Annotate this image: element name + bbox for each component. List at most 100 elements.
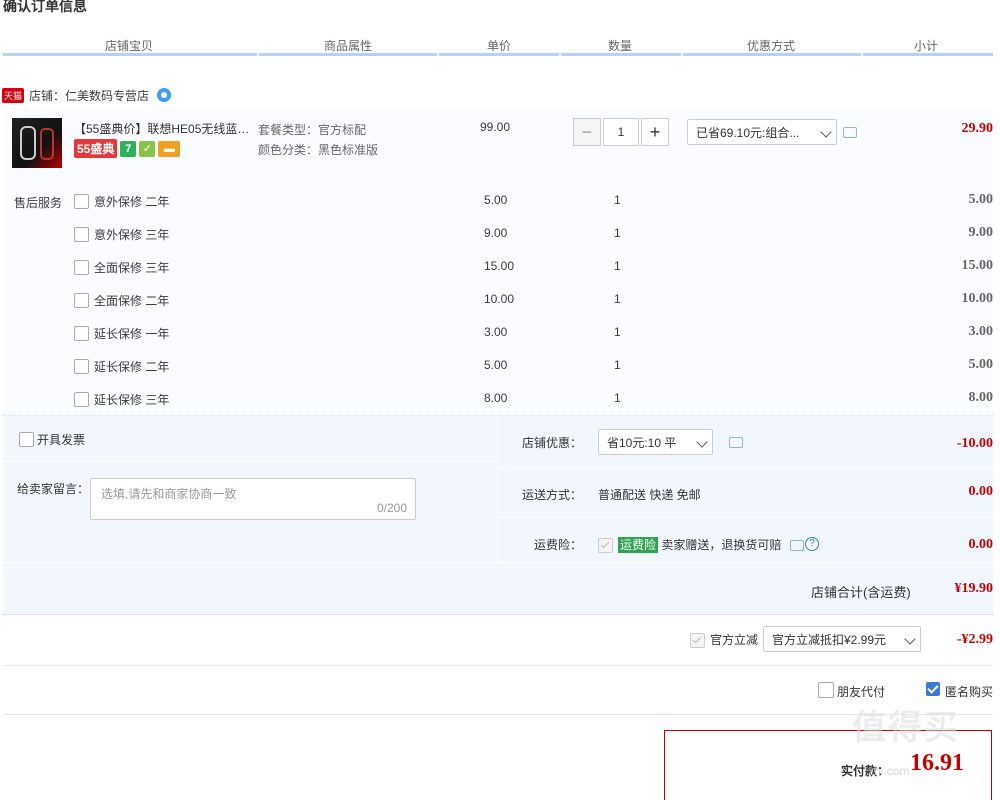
insurance-checkbox (598, 538, 613, 553)
shipping-label: 运送方式： (522, 488, 583, 502)
chat-icon[interactable] (790, 540, 804, 551)
service-name: 意外保修 二年 (94, 195, 170, 209)
service-qty: 1 (614, 358, 621, 372)
official-discount-checkbox (690, 633, 705, 648)
service-price: 15.00 (484, 259, 515, 273)
shop-total-amount: ¥19.90 (954, 581, 994, 596)
attr-color: 颜色分类：黑色标准版 (258, 143, 379, 157)
official-discount-amount: -¥2.99 (956, 632, 993, 647)
invoice-checkbox[interactable] (19, 432, 34, 447)
quantity-stepper: − 1 + (573, 118, 669, 146)
divider (3, 562, 993, 563)
col-discount: 优惠方式 (747, 39, 796, 53)
shop-discount-amount: -10.00 (956, 436, 993, 451)
watermark-site: zhi.com (868, 764, 910, 778)
service-price: 8.00 (484, 391, 508, 405)
divider (498, 517, 993, 518)
qty-plus-button[interactable]: + (641, 118, 669, 146)
shop-name-link[interactable]: 仁美数码专营店 (65, 87, 149, 104)
service-price: 3.00 (484, 325, 508, 339)
shop-discount-select[interactable]: 省10元:10 平 (598, 429, 713, 455)
tmall-badge: 天猫 (2, 87, 25, 103)
service-checkbox[interactable] (74, 359, 89, 374)
product-title-link[interactable]: 【55盛典价】联想HE05无线蓝牙耳机 (74, 120, 256, 137)
message-textarea[interactable]: 选填,请先和商家协商一致 0/200 (90, 478, 416, 520)
wangwang-chat-icon[interactable] (157, 88, 172, 102)
service-checkbox[interactable] (74, 260, 89, 275)
divider (497, 416, 498, 562)
message-label: 给卖家留言： (17, 482, 90, 496)
promo-55-badge: 55盛典 (74, 139, 118, 158)
service-subtotal: 5.00 (968, 357, 994, 372)
shop-label: 店铺： (29, 88, 66, 103)
service-subtotal: 5.00 (968, 192, 994, 207)
divider (3, 461, 497, 462)
service-price: 10.00 (484, 292, 515, 306)
service-name: 延长保修 三年 (94, 393, 170, 407)
service-checkbox[interactable] (74, 293, 89, 308)
qty-input[interactable]: 1 (603, 118, 639, 146)
shop-row: 天猫 店铺： 仁美数码专营店 (2, 86, 172, 104)
service-name: 全面保修 二年 (94, 294, 170, 308)
col-subtotal: 小计 (914, 39, 939, 53)
divider (3, 714, 993, 715)
col-attrs: 商品属性 (324, 39, 373, 53)
service-checkbox[interactable] (74, 392, 89, 407)
item-discount-value: 已省69.10元:组合... (696, 126, 800, 140)
invoice-label: 开具发票 (37, 433, 86, 447)
service-qty: 1 (614, 292, 621, 306)
credit-card-icon: ▬ (158, 140, 181, 157)
service-checkbox[interactable] (74, 194, 89, 209)
official-discount-value: 官方立减抵扣¥2.99元 (772, 633, 887, 647)
service-price: 5.00 (484, 193, 508, 207)
service-name: 延长保修 一年 (94, 327, 170, 341)
seven-day-return-icon: 7 (120, 140, 137, 157)
official-discount-select[interactable]: 官方立减抵扣¥2.99元 (763, 626, 921, 652)
col-qty: 数量 (608, 39, 633, 53)
service-subtotal: 3.00 (968, 324, 994, 339)
column-header: 店铺宝贝 商品属性 单价 数量 优惠方式 小计 (3, 34, 993, 56)
service-name: 延长保修 二年 (94, 360, 170, 374)
chat-icon[interactable] (843, 127, 857, 138)
col-price: 单价 (487, 39, 512, 53)
shop-discount-value: 省10元:10 平 (607, 436, 677, 450)
service-qty: 1 (614, 226, 621, 240)
service-name: 全面保修 三年 (94, 261, 170, 275)
unit-price: 99.00 (480, 120, 511, 134)
insurance-badge: 运费险 (618, 537, 659, 553)
shop-discount-label: 店铺优惠： (522, 436, 583, 450)
guarantee-icon: ✓ (139, 140, 156, 157)
item-discount-select[interactable]: 已省69.10元:组合... (687, 119, 837, 145)
chevron-down-icon (696, 436, 708, 448)
message-placeholder: 选填,请先和商家协商一致 (101, 487, 237, 501)
service-subtotal: 8.00 (968, 390, 994, 405)
watermark-logo: 值得买 (852, 709, 960, 747)
insurance-amount: 0.00 (968, 537, 994, 552)
service-qty: 1 (614, 325, 621, 339)
shop-total-label: 店铺合计(含运费) (811, 585, 911, 600)
service-price: 5.00 (484, 358, 508, 372)
chevron-down-icon (820, 126, 832, 138)
divider (498, 467, 993, 468)
service-subtotal: 9.00 (968, 225, 994, 240)
col-item: 店铺宝贝 (105, 39, 154, 53)
qty-minus-button[interactable]: − (573, 118, 601, 146)
attr-package: 套餐类型：官方标配 (258, 123, 367, 137)
anonymous-label: 匿名购买 (945, 685, 994, 699)
friend-pay-checkbox[interactable] (818, 682, 834, 698)
insurance-info: 运费险 卖家赠送，退换货可赔 (618, 536, 781, 553)
chat-icon[interactable] (729, 437, 743, 448)
service-qty: 1 (614, 259, 621, 273)
page-title: 确认订单信息 (3, 0, 87, 14)
service-name: 意外保修 三年 (94, 228, 170, 242)
services-label: 售后服务 (14, 196, 63, 210)
help-icon[interactable]: ? (805, 537, 819, 551)
item-subtotal: 29.90 (961, 121, 994, 136)
insurance-label: 运费险： (534, 538, 583, 552)
anonymous-checkbox[interactable] (926, 682, 940, 696)
service-checkbox[interactable] (74, 326, 89, 341)
promo-icons: 55盛典 7 ✓ ▬ (74, 139, 181, 158)
product-image[interactable] (12, 118, 62, 168)
service-checkbox[interactable] (74, 227, 89, 242)
divider (3, 665, 993, 666)
